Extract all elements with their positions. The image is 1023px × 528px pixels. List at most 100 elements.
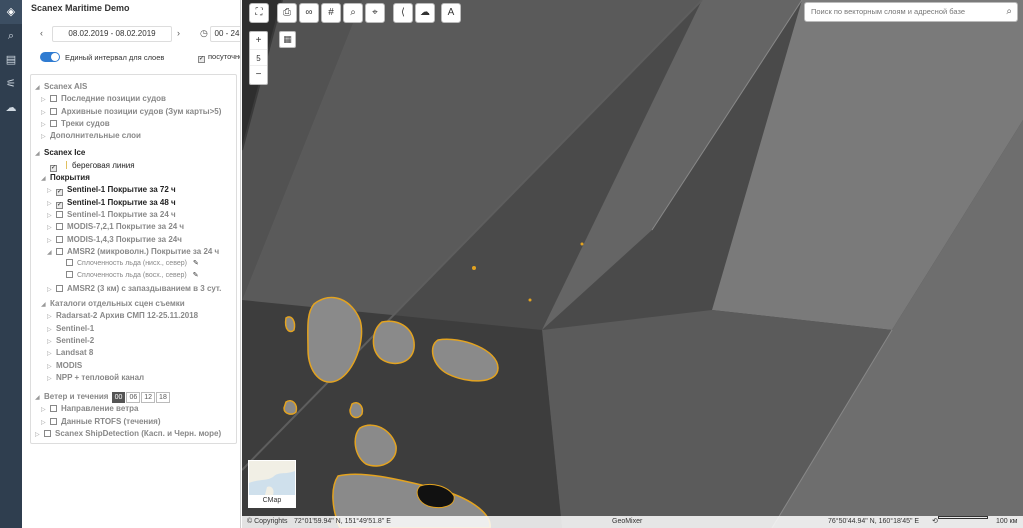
layer-checkbox[interactable] [56,284,63,292]
layer-item[interactable]: ▷ Sentinel-1 Покрытие за 24 ч [31,209,236,221]
hourly-option[interactable]: ✓ посуточно [198,52,240,63]
date-range-field[interactable]: 08.02.2019 - 08.02.2019 [52,26,172,42]
prev-date-button[interactable]: ‹ [40,28,43,38]
layer-item[interactable]: ▷ ✓ Sentinel-1 Покрытие за 72 ч [31,184,236,197]
zoom-level: 5 [250,49,267,66]
fullscreen-icon[interactable]: ⛶ [249,3,269,23]
layer-item[interactable]: ▷ Дополнительные слои [31,130,236,142]
wind-hour-button[interactable]: 12 [141,392,156,404]
zoom-control: + 5 − [249,31,268,85]
layers-panel: Scanex Maritime Demo ‹ 08.02.2019 - 08.0… [22,0,241,528]
print-icon[interactable]: ⎙ [277,3,297,23]
group-wind[interactable]: ◢ Ветер и течения 00 06 12 18 [31,391,236,404]
catalog-item[interactable]: ▷ Radarsat-2 Архив СМП 12-25.11.2018 [31,310,236,322]
catalog-item[interactable]: ▷ NPP + тепловой канал [31,372,236,384]
layer-checkbox[interactable] [50,119,57,127]
zoom-in-button[interactable]: + [250,32,267,49]
layer-item[interactable]: Сплоченность льда (нисх., север) ✎ [31,258,236,270]
layer-checkbox[interactable]: ✓ [56,201,63,209]
grid-icon[interactable]: # [321,3,341,23]
wind-hour-button[interactable]: 00 [111,392,126,404]
link-icon[interactable]: ∞ [299,3,319,23]
layer-item[interactable]: Сплоченность льда (восх., север) ✎ [31,270,236,282]
status-bar: © Copyrights 72°01'59.94" N, 151°49'51.8… [242,516,1023,528]
catalog-item[interactable]: ▷ MODIS [31,360,236,372]
copyright-link[interactable]: © Copyrights [247,516,288,528]
geomixer-logo: GeoMixer [612,518,643,525]
pin-icon[interactable]: ⌖ [365,3,385,23]
layer-checkbox[interactable] [44,430,51,438]
layer-checkbox[interactable] [66,259,73,267]
catalog-item[interactable]: ▷ Sentinel-1 [31,323,236,335]
layer-item[interactable]: ▷ Последние позиции судов [31,93,236,105]
catalog-item[interactable]: ▷ Sentinel-2 [31,335,236,347]
layer-checkbox[interactable] [50,107,57,115]
legend-line [66,160,67,169]
hourly-checkbox[interactable]: ✓ [198,56,205,63]
layer-checkbox[interactable] [50,417,57,425]
tree-icon[interactable]: ⚟ [0,72,22,96]
interval-row: Единый интервал для слоев ✓ посуточно [40,52,240,64]
layer-checkbox[interactable]: ✓ [56,189,63,197]
layers-icon[interactable]: ◈ [0,0,22,24]
layer-item[interactable]: ◢ AMSR2 (микроволн.) Покрытие за 24 ч [31,246,236,258]
group-coverage[interactable]: ◢ Покрытия [31,172,236,184]
search-icon[interactable]: ⌕ [1006,3,1012,21]
minimap[interactable]: СМар [248,460,296,508]
text-tool-icon[interactable]: A [441,3,461,23]
layer-checkbox[interactable] [66,271,73,279]
left-icon-bar: ◈ ⌕ ▤ ⚟ ☁ [0,0,22,528]
layer-checkbox[interactable] [56,210,63,218]
search-tool-icon[interactable]: ⌕ [0,24,22,48]
scale-bar: ⟲ [932,516,988,528]
layer-item-coastline[interactable]: ✓ береговая линия [31,160,236,172]
layer-item[interactable]: ▷ Треки судов [31,118,236,130]
map-view[interactable]: ⛶ ⎙ ∞ # ⌕ ⌖ ⟨ ☁ A Поиск по векторным сло… [242,0,1023,528]
expand-icon[interactable]: ▷ [35,429,44,441]
wind-hour-button[interactable]: 06 [126,392,141,404]
layer-item[interactable]: ▷ MODIS-7,2,1 Покрытие за 24 ч [31,221,236,233]
zoom-out-button[interactable]: − [250,66,267,83]
hours-field[interactable]: 00 - 24 [210,26,240,42]
layer-checkbox[interactable] [50,405,57,413]
search-input[interactable]: Поиск по векторным слоям и адресной базе… [804,2,1018,22]
wind-hour-button[interactable]: 18 [156,392,170,404]
catalog-item[interactable]: ▷ Landsat 8 [31,347,236,359]
layer-item-shipdetection[interactable]: ▷ Scanex ShipDetection (Касп. и Черн. мор… [31,428,236,440]
layer-item[interactable]: ▷ MODIS-1,4,3 Покрытие за 24ч [31,234,236,246]
layer-checkbox[interactable] [56,223,63,231]
layer-checkbox[interactable] [56,235,63,243]
layer-item[interactable]: ▷ Архивные позиции судов (Зум карты>5) [31,106,236,118]
cursor-coordinates: 72°01'59.94" N, 151°49'51.8" E [294,518,391,525]
satellite-imagery [242,0,1023,528]
layer-checkbox[interactable]: ✓ [50,164,57,172]
cloud-icon[interactable]: ☁ [415,3,435,23]
layer-checkbox[interactable] [56,247,63,255]
layer-checkbox[interactable] [50,95,57,103]
center-coordinates: 76°50'44.94" N, 160°18'45" E [828,518,920,525]
layer-item[interactable]: ▷ Данные RTOFS (течения) [31,416,236,428]
minimap-label: СМар [249,495,295,507]
layer-item[interactable]: ▷ AMSR2 (3 км) с запаздыванием в 3 сут. [31,283,236,295]
grid-toggle-icon[interactable]: ▦ [279,31,296,48]
pencil-icon[interactable]: ✎ [193,260,199,267]
single-interval-toggle[interactable] [40,52,60,62]
group-ice[interactable]: ◢ Scanex Ice [31,147,236,159]
group-ais[interactable]: ◢ Scanex AIS [31,81,236,93]
area-search-icon[interactable]: ⌕ [343,3,363,23]
group-catalogs[interactable]: ◢ Каталоги отдельных сцен съемки [31,298,236,310]
clock-icon: ◷ [200,28,208,38]
scale-label: 100 км [996,518,1018,525]
layer-tree: ◢ Scanex AIS ▷ Последние позиции судов ▷ Ар… [30,74,237,444]
share-icon[interactable]: ⟨ [393,3,413,23]
document-icon[interactable]: ▤ [0,48,22,72]
layer-item[interactable]: ▷ ✓ Sentinel-1 Покрытие за 48 ч [31,197,236,209]
search-placeholder: Поиск по векторным слоям и адресной базе [811,7,966,16]
single-interval-label: Единый интервал для слоев [65,53,165,62]
layer-item[interactable]: ▷ Направление ветра [31,403,236,415]
pencil-icon[interactable]: ✎ [193,272,199,279]
next-date-button[interactable]: › [177,28,180,38]
cloud-icon[interactable]: ☁ [0,96,22,120]
app-title: Scanex Maritime Demo [31,3,130,13]
